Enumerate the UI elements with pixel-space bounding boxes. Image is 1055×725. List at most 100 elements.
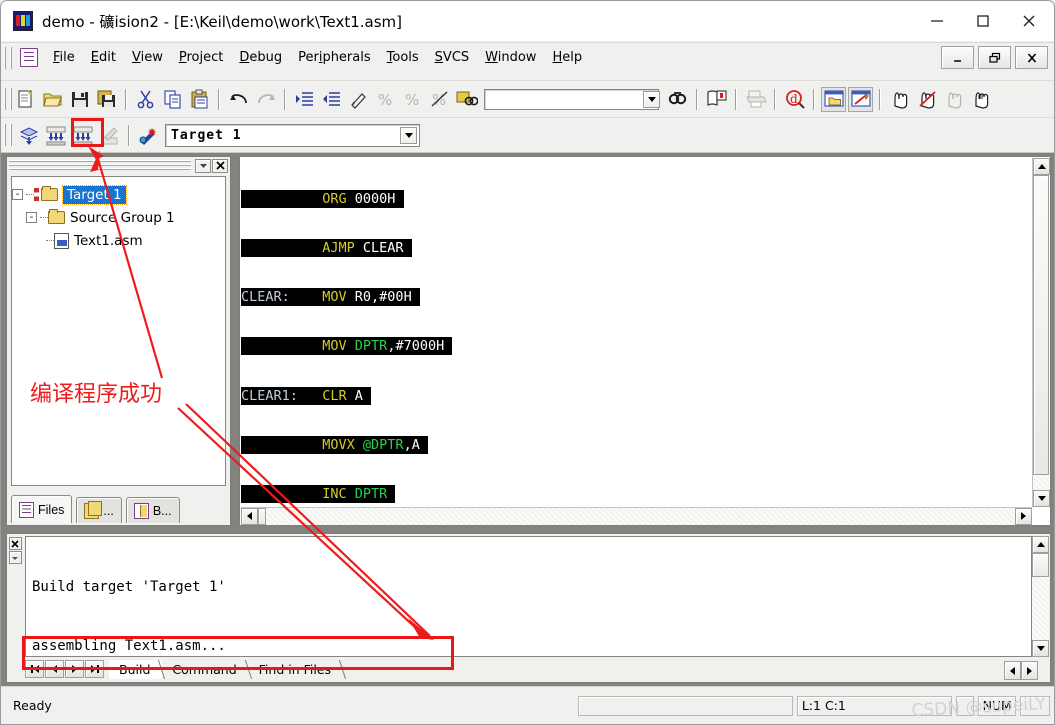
bookmark-next-icon[interactable]: % xyxy=(400,87,425,112)
source-code-area[interactable]: ORG 0000H AJMP CLEAR CLEAR: MOV R0,#00H … xyxy=(241,158,1032,507)
bookmark-toggle-icon[interactable] xyxy=(346,87,371,112)
new-file-icon[interactable] xyxy=(13,87,38,112)
hand-alt-icon[interactable] xyxy=(968,87,993,112)
scroll-down-button[interactable] xyxy=(1032,640,1049,657)
find-in-files-icon[interactable] xyxy=(454,87,479,112)
search-combo[interactable] xyxy=(484,88,660,110)
tree-node-file[interactable]: Text1.asm xyxy=(12,229,225,252)
scroll-up-button[interactable] xyxy=(1032,536,1049,553)
output-horizontal-scroll-buttons[interactable] xyxy=(1004,661,1048,680)
toolbar1-drag-grip[interactable] xyxy=(4,88,12,110)
save-all-icon[interactable] xyxy=(94,87,119,112)
menu-item-svcs[interactable]: SVCS xyxy=(427,47,478,68)
output-menu-icon[interactable] xyxy=(8,551,22,564)
target-selector[interactable]: Target 1 xyxy=(165,123,420,147)
folder-icon xyxy=(48,209,65,224)
scroll-track[interactable] xyxy=(1032,577,1049,640)
toolbar-separator xyxy=(774,88,776,110)
menu-item-debug[interactable]: Debug xyxy=(231,47,290,68)
tab-files[interactable]: Files xyxy=(11,495,73,523)
close-button[interactable] xyxy=(1006,1,1052,41)
output-window-icon[interactable] xyxy=(848,86,873,112)
tab-files-label: Files xyxy=(38,502,65,517)
tab-books-label: B... xyxy=(152,503,172,518)
scroll-track[interactable] xyxy=(1033,475,1049,490)
scroll-thumb[interactable] xyxy=(258,507,266,525)
menu-item-edit[interactable]: Edit xyxy=(83,47,124,68)
menu-item-help[interactable]: Help xyxy=(544,47,590,68)
output-close-icon[interactable] xyxy=(8,537,22,550)
menu-item-file[interactable]: File xyxy=(45,47,83,68)
copy-icon[interactable] xyxy=(160,87,185,112)
project-window-icon[interactable] xyxy=(821,86,846,112)
undo-icon[interactable] xyxy=(226,87,251,112)
menu-item-project[interactable]: Project xyxy=(171,47,232,68)
menu-item-tools[interactable]: Tools xyxy=(379,47,427,68)
tree-label-target[interactable]: Target 1 xyxy=(62,184,127,205)
zoom-find-icon[interactable]: d xyxy=(782,87,807,112)
hand-stop-icon[interactable] xyxy=(914,87,939,112)
open-file-icon[interactable] xyxy=(40,87,65,112)
tree-expander-target[interactable]: - xyxy=(12,189,23,200)
mdi-close-button[interactable] xyxy=(1015,46,1048,69)
paste-icon[interactable] xyxy=(187,87,212,112)
target-options-icon[interactable] xyxy=(136,123,161,148)
rebuild-all-icon[interactable] xyxy=(70,123,95,148)
editor-vertical-scrollbar[interactable] xyxy=(1032,158,1050,507)
stop-build-icon[interactable] xyxy=(97,123,122,148)
editor-horizontal-scrollbar[interactable] xyxy=(241,507,1032,525)
scroll-up-button[interactable] xyxy=(1033,158,1050,175)
scroll-right-button[interactable] xyxy=(1015,507,1032,525)
tree-label-source-group[interactable]: Source Group 1 xyxy=(70,210,175,226)
redo-icon[interactable] xyxy=(253,87,278,112)
chevron-down-icon[interactable] xyxy=(643,90,660,108)
insert-file-icon[interactable] xyxy=(704,87,729,112)
scroll-left-button[interactable] xyxy=(241,507,258,525)
search-input[interactable] xyxy=(485,90,643,108)
menu-item-peripherals[interactable]: Peripherals xyxy=(290,47,379,68)
scroll-thumb[interactable] xyxy=(1032,553,1049,577)
panel-close-icon[interactable] xyxy=(212,158,228,173)
code-line: CLEAR1: CLR A xyxy=(241,386,372,405)
indent-icon[interactable] xyxy=(292,87,317,112)
chevron-down-icon[interactable] xyxy=(400,126,417,144)
outdent-icon[interactable] xyxy=(319,87,344,112)
tab-books[interactable]: B... xyxy=(125,497,180,523)
maximize-button[interactable] xyxy=(960,1,1006,41)
scroll-thumb[interactable] xyxy=(1033,175,1049,475)
scroll-left-button[interactable] xyxy=(1004,661,1021,680)
tree-expander-source-group[interactable]: - xyxy=(26,212,37,223)
print-icon[interactable] xyxy=(743,87,768,112)
mdi-restore-button[interactable] xyxy=(978,46,1011,69)
scroll-track[interactable] xyxy=(266,507,1015,525)
tab-regs[interactable]: ... xyxy=(76,497,122,523)
panel-menu-icon[interactable] xyxy=(195,158,211,173)
tree-label-file[interactable]: Text1.asm xyxy=(74,233,143,249)
find-icon[interactable] xyxy=(665,87,690,112)
keil-uvision-icon xyxy=(13,11,33,31)
tree-node-target[interactable]: - Target 1 xyxy=(12,183,225,206)
menu-drag-grip[interactable] xyxy=(4,46,12,69)
toolbar2-drag-grip[interactable] xyxy=(4,124,12,146)
mdi-minimize-button[interactable] xyxy=(941,46,974,69)
code-line: AJMP CLEAR xyxy=(241,239,1032,258)
bookmark-prev-icon[interactable]: % xyxy=(373,87,398,112)
menu-item-view[interactable]: View xyxy=(124,47,171,68)
project-tree[interactable]: - Target 1 - Source Group 1 Text1.asm xyxy=(11,176,226,486)
menu-item-window[interactable]: Window xyxy=(477,47,544,68)
output-vertical-scrollbar[interactable] xyxy=(1032,536,1049,657)
translate-icon[interactable] xyxy=(16,123,41,148)
build-icon[interactable] xyxy=(43,123,68,148)
target-folder-icon xyxy=(41,186,58,201)
minimize-button[interactable] xyxy=(914,1,960,41)
hand-disabled-icon[interactable] xyxy=(941,87,966,112)
tree-node-source-group[interactable]: - Source Group 1 xyxy=(12,206,225,229)
bookmark-clear-icon[interactable]: % xyxy=(427,87,452,112)
save-icon[interactable] xyxy=(67,87,92,112)
hand-icon[interactable] xyxy=(887,87,912,112)
scroll-down-button[interactable] xyxy=(1033,490,1050,507)
cut-icon[interactable] xyxy=(133,87,158,112)
project-panel-header xyxy=(7,157,230,174)
scroll-right-button[interactable] xyxy=(1021,661,1038,680)
panel-drag-grip[interactable] xyxy=(9,160,191,171)
